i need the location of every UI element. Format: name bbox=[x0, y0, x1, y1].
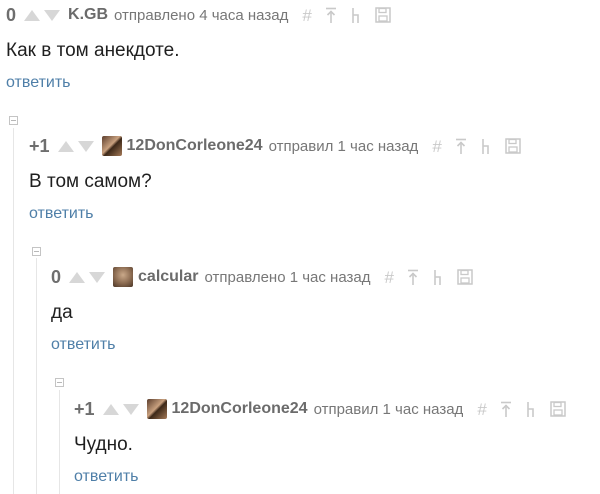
hash-icon[interactable]: # bbox=[384, 269, 393, 286]
vote-controls bbox=[57, 140, 94, 152]
triangle-down-icon[interactable] bbox=[122, 403, 139, 415]
comment-thread: 0 K.GB отправлено 4 часа назад # Как в т… bbox=[0, 0, 600, 494]
vote-controls bbox=[69, 271, 106, 283]
triangle-down-icon[interactable] bbox=[77, 140, 94, 152]
avatar[interactable] bbox=[146, 399, 167, 419]
floppy-save-icon[interactable] bbox=[375, 7, 391, 23]
comment-tools: # bbox=[302, 7, 391, 24]
thread-indent-line bbox=[13, 128, 14, 494]
branch-icon[interactable] bbox=[432, 269, 444, 286]
collapse-minus-icon[interactable] bbox=[55, 378, 64, 387]
comment-timestamp: отправлено 1 час назад bbox=[204, 268, 371, 286]
comment-header: 0 calcular отправлено 1 час назад # bbox=[51, 265, 473, 289]
thread-indent-line bbox=[36, 258, 37, 494]
thread-indent-line bbox=[59, 390, 60, 494]
comment-text: да bbox=[51, 302, 73, 323]
hash-icon[interactable]: # bbox=[432, 138, 441, 155]
hash-icon[interactable]: # bbox=[477, 401, 486, 418]
comment-header: +1 12DonCorleone24 отправил 1 час назад … bbox=[74, 397, 566, 421]
comment-author[interactable]: K.GB bbox=[68, 6, 108, 24]
triangle-up-icon[interactable] bbox=[24, 9, 41, 21]
arrow-to-top-icon[interactable] bbox=[455, 138, 467, 155]
vote-controls bbox=[102, 403, 139, 415]
arrow-to-top-icon[interactable] bbox=[407, 269, 419, 286]
branch-icon[interactable] bbox=[350, 7, 362, 24]
branch-icon[interactable] bbox=[480, 138, 492, 155]
triangle-up-icon[interactable] bbox=[57, 140, 74, 152]
vote-controls bbox=[24, 9, 61, 21]
comment-score: 0 bbox=[6, 4, 17, 25]
avatar[interactable] bbox=[101, 136, 122, 156]
comment-header: 0 K.GB отправлено 4 часа назад # bbox=[6, 3, 391, 27]
arrow-to-top-icon[interactable] bbox=[500, 401, 512, 418]
comment-score: +1 bbox=[74, 398, 95, 419]
comment-text: В том самом? bbox=[29, 171, 152, 192]
comment-author[interactable]: calcular bbox=[138, 268, 198, 286]
floppy-save-icon[interactable] bbox=[505, 138, 521, 154]
triangle-down-icon[interactable] bbox=[89, 271, 106, 283]
comment-tools: # bbox=[384, 269, 473, 286]
comment-score: +1 bbox=[29, 135, 50, 156]
comment-author[interactable]: 12DonCorleone24 bbox=[172, 400, 308, 418]
comment-timestamp: отправил 1 час назад bbox=[268, 137, 419, 155]
comment-header: +1 12DonCorleone24 отправил 1 час назад … bbox=[29, 134, 521, 158]
reply-link[interactable]: ответить bbox=[6, 74, 71, 92]
floppy-save-icon[interactable] bbox=[457, 269, 473, 285]
comment-timestamp: отправлено 4 часа назад bbox=[114, 6, 289, 24]
comment-timestamp: отправил 1 час назад bbox=[313, 400, 464, 418]
comment-score: 0 bbox=[51, 266, 62, 287]
comment-text: Как в том анекдоте. bbox=[6, 40, 180, 61]
collapse-minus-icon[interactable] bbox=[32, 247, 41, 256]
hash-icon[interactable]: # bbox=[302, 7, 311, 24]
reply-link[interactable]: ответить bbox=[74, 468, 139, 486]
collapse-minus-icon[interactable] bbox=[9, 116, 18, 125]
comment-tools: # bbox=[432, 138, 521, 155]
avatar[interactable] bbox=[113, 267, 134, 287]
reply-link[interactable]: ответить bbox=[29, 205, 94, 223]
comment-author[interactable]: 12DonCorleone24 bbox=[127, 137, 263, 155]
triangle-up-icon[interactable] bbox=[102, 403, 119, 415]
branch-icon[interactable] bbox=[525, 401, 537, 418]
arrow-to-top-icon[interactable] bbox=[325, 7, 337, 24]
reply-link[interactable]: ответить bbox=[51, 336, 116, 354]
comment-tools: # bbox=[477, 401, 566, 418]
triangle-up-icon[interactable] bbox=[69, 271, 86, 283]
floppy-save-icon[interactable] bbox=[550, 401, 566, 417]
comment-text: Чудно. bbox=[74, 434, 133, 455]
triangle-down-icon[interactable] bbox=[44, 9, 61, 21]
